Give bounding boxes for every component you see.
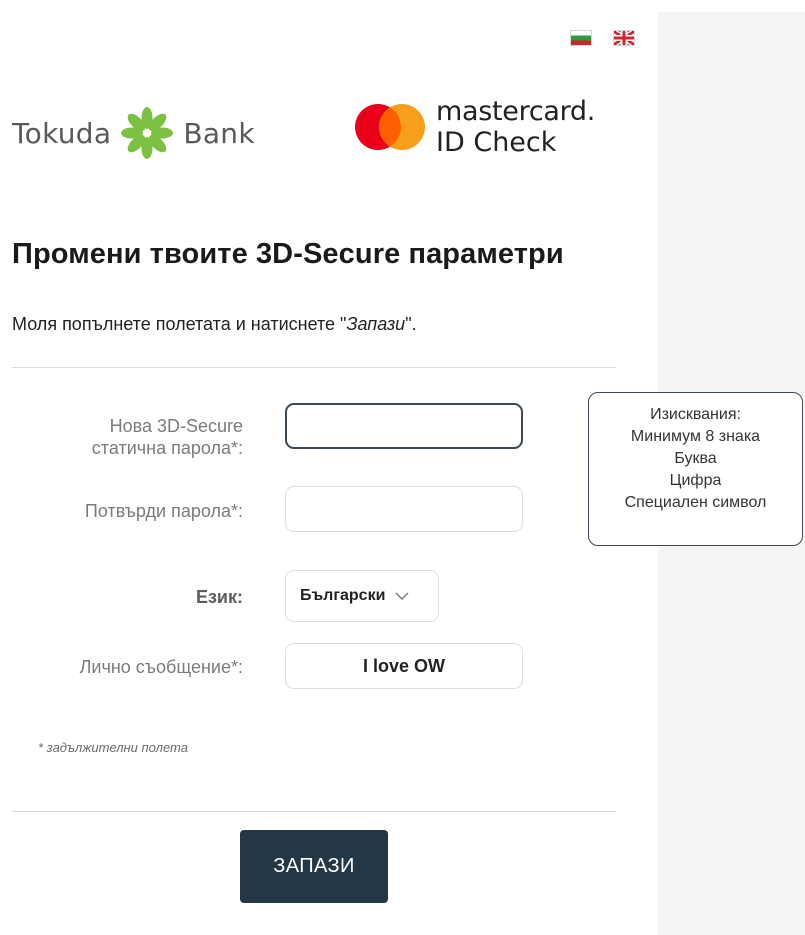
bottom-divider (12, 811, 616, 812)
confirm-password-label: Потвърди парола*: (84, 501, 243, 521)
new-password-label-line2: статична парола*: (91, 438, 243, 458)
instructions-emphasis: Запази (346, 314, 406, 334)
mastercard-text: mastercard. ID Check (436, 98, 595, 156)
flag-bg-icon[interactable] (570, 30, 592, 46)
requirement-item: Минимум 8 знака (630, 428, 761, 445)
mastercard-name: mastercard. (436, 96, 596, 127)
required-fields-note: * задължителни полета (38, 740, 188, 755)
language-select[interactable]: Български (285, 570, 439, 622)
top-divider (12, 367, 616, 368)
password-requirements-tooltip: Изисквания: Минимум 8 знака Буква Цифра … (588, 392, 803, 546)
instructions-prefix: Моля попълнете полетата и натиснете " (12, 314, 347, 334)
save-button[interactable]: ЗАПАЗИ (240, 830, 388, 903)
bank-name-right: Bank (183, 116, 255, 150)
new-password-input[interactable] (285, 403, 523, 449)
mastercard-circles-icon (355, 104, 425, 150)
bank-logo: Tokuda Bank (12, 98, 255, 168)
page-title: Промени твоите 3D-Secure параметри (12, 238, 564, 270)
requirement-item: Цифра (669, 472, 722, 489)
new-password-label-line1: Нова 3D-Secure (109, 416, 243, 436)
requirement-item: Специален символ (624, 494, 767, 511)
language-label: Език: (195, 587, 243, 607)
chevron-down-icon (395, 592, 409, 600)
instructions-suffix: ". (405, 314, 417, 334)
requirement-item: Буква (674, 450, 717, 467)
id-check-label: ID Check (436, 127, 557, 158)
instructions-text: Моля попълнете полетата и натиснете "Зап… (12, 314, 417, 335)
bank-name-left: Tokuda (12, 116, 112, 150)
confirm-password-input[interactable] (285, 486, 523, 532)
flag-uk-icon[interactable] (613, 30, 635, 46)
personal-message-input[interactable] (285, 643, 523, 689)
new-password-label: Нова 3D-Secure статична парола*: (92, 415, 243, 459)
personal-message-label: Лично съобщение*: (79, 657, 243, 677)
requirements-title: Изисквания: (650, 406, 741, 423)
mastercard-id-check-logo: mastercard. ID Check (354, 98, 595, 156)
flower-icon (121, 107, 174, 159)
language-selected-value: Български (300, 587, 386, 604)
